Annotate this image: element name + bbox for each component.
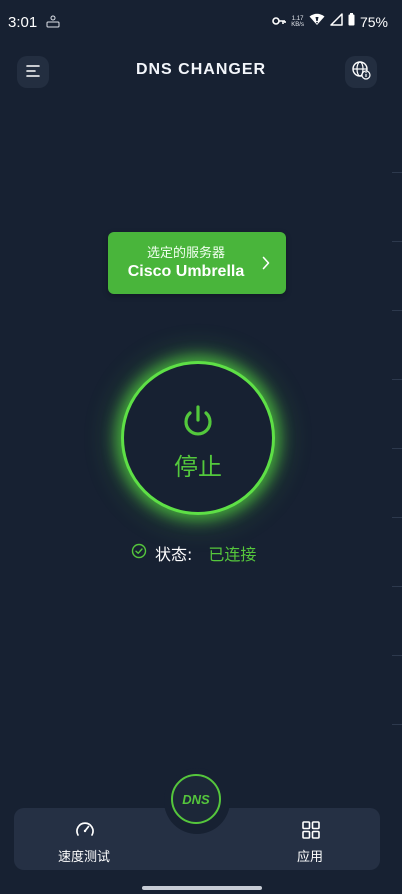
nav-apps[interactable]: 应用 <box>260 808 360 870</box>
battery-icon <box>348 13 355 31</box>
globe-info-icon <box>351 60 371 84</box>
edge-divider <box>392 448 402 449</box>
nav-apps-label: 应用 <box>296 850 323 865</box>
vpn-key-icon <box>272 13 287 31</box>
grid-icon <box>300 819 322 845</box>
status-indicators: 1.17 KB/s 75% <box>272 13 388 31</box>
network-speed: 1.17 KB/s <box>291 16 304 28</box>
connection-status: 状态: 已连接 <box>131 541 256 565</box>
chevron-right-icon <box>262 255 270 274</box>
nav-speed-test-label: 速度测试 <box>57 850 110 865</box>
status-label: 状态: <box>155 545 193 564</box>
language-button[interactable] <box>345 56 377 88</box>
speedometer-icon <box>74 819 96 845</box>
status-value: 已连接 <box>208 545 257 564</box>
edge-divider <box>392 724 402 725</box>
wifi-icon <box>309 13 325 31</box>
selected-server-label: 选定的服务器 <box>146 246 225 261</box>
battery-percent: 75% <box>359 14 388 30</box>
edge-divider <box>392 517 402 518</box>
signal-icon <box>330 13 343 31</box>
edge-divider <box>392 379 402 380</box>
edge-divider <box>392 172 402 173</box>
network-speed-unit: KB/s <box>291 22 304 28</box>
dns-home-button[interactable]: DNS <box>171 774 221 824</box>
status-time: 3:01 <box>8 14 38 31</box>
power-icon <box>180 403 216 443</box>
nav-speed-test[interactable]: 速度测试 <box>34 808 134 870</box>
edge-divider <box>392 586 402 587</box>
power-button-label: 停止 <box>174 453 222 481</box>
edge-divider <box>392 310 402 311</box>
dns-notification-icon <box>46 15 60 31</box>
status-bar: 3:01 1.17 KB/s 75% <box>0 0 402 46</box>
edge-divider <box>392 655 402 656</box>
power-button[interactable]: 停止 <box>121 361 275 515</box>
edge-divider <box>392 241 402 242</box>
home-indicator[interactable] <box>142 886 262 890</box>
selected-server-name: Cisco Umbrella <box>127 263 245 280</box>
selected-server-button[interactable]: 选定的服务器 Cisco Umbrella <box>108 232 286 294</box>
check-circle-icon <box>131 543 147 563</box>
app-title: DNS CHANGER <box>135 61 267 78</box>
